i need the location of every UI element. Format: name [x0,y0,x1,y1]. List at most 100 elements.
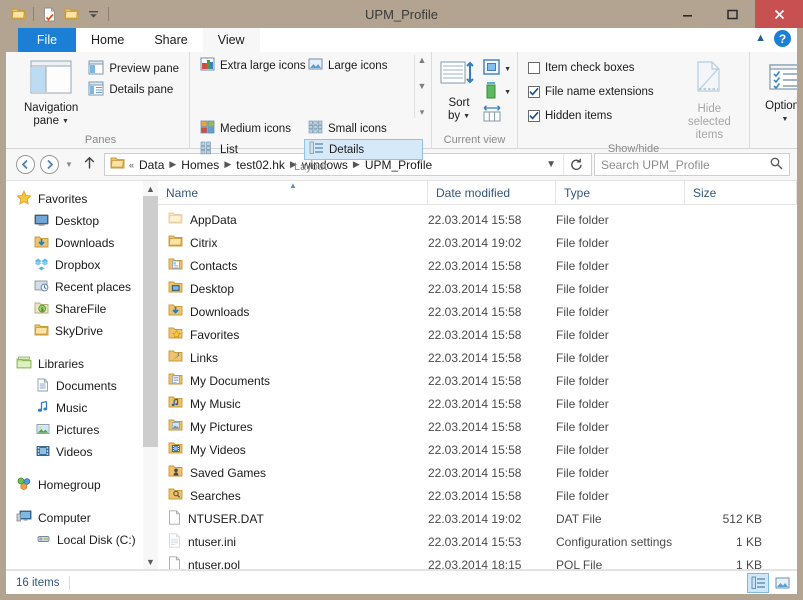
folder-icon[interactable] [7,3,29,25]
sidebar-item-favorites[interactable]: Favorites [6,188,158,210]
tab-share[interactable]: Share [139,28,203,52]
tab-file[interactable]: File [18,28,76,52]
sidebar-item-recent-places[interactable]: Recent places [6,276,158,298]
table-row[interactable]: My Pictures 22.03.2014 15:58 File folder [158,415,797,438]
layout-scroll-controls[interactable]: ▲ ▼ ▾ [414,55,429,118]
add-columns-icon[interactable] [482,58,502,80]
properties-icon[interactable] [38,3,60,25]
sidebar-item-skydrive[interactable]: SkyDrive [6,320,158,342]
table-row[interactable]: Favorites 22.03.2014 15:58 File folder [158,323,797,346]
table-row[interactable]: Saved Games 22.03.2014 15:58 File folder [158,461,797,484]
layout-medium-icons[interactable]: Medium icons [196,118,304,139]
new-folder-icon[interactable] [60,3,82,25]
sidebar-item-dropbox[interactable]: Dropbox [6,254,158,276]
sidebar-item-sharefile[interactable]: $ ShareFile [6,298,158,320]
sidebar-scroll-up-icon[interactable]: ▲ [143,181,158,196]
table-row[interactable]: My Videos 22.03.2014 15:58 File folder [158,438,797,461]
layout-small-icons[interactable]: Small icons [304,118,412,139]
back-button[interactable] [13,153,37,177]
details-pane-button[interactable]: Details pane [84,79,183,100]
recent-locations-button[interactable]: ▼ [61,153,77,177]
sidebar-label: Videos [56,445,93,459]
hidden-items-option[interactable]: Hidden items [524,105,658,126]
layout-extra-large-icons[interactable]: Extra large icons [196,55,306,76]
search-input[interactable]: Search UPM_Profile [601,158,770,172]
sort-by-button[interactable]: Sort by ▼ [438,57,480,123]
table-row[interactable]: ntuser.pol 22.03.2014 18:15 POL File 1 K… [158,553,797,569]
preview-pane-button[interactable]: Preview pane [84,58,183,79]
column-header-name[interactable]: Name ▲ [158,180,428,205]
table-row[interactable]: ntuser.ini 22.03.2014 15:53 Configuratio… [158,530,797,553]
status-bar: 16 items [6,570,797,594]
options-button[interactable]: Options ▼ [756,60,803,126]
navigation-pane-dropdown-icon[interactable]: ▼ [62,115,69,128]
previous-locations-dropdown-icon[interactable]: ▼ [539,159,563,170]
sidebar-item-computer[interactable]: Computer [6,507,158,529]
sidebar-item-local-disk-c[interactable]: Local Disk (C:) [6,529,158,551]
close-button[interactable] [755,0,803,28]
tab-home[interactable]: Home [76,28,140,52]
column-header-size[interactable]: Size [685,180,797,205]
size-all-columns-icon[interactable] [482,104,506,126]
table-row[interactable]: AppData 22.03.2014 15:58 File folder [158,208,797,231]
table-row[interactable]: NTUSER.DAT 22.03.2014 19:02 DAT File 512… [158,507,797,530]
file-name-extensions-checkbox[interactable] [528,85,540,98]
layout-list[interactable]: List [196,139,304,160]
layout-details[interactable]: Details [304,139,423,160]
forward-button[interactable] [37,153,61,177]
minimize-button[interactable] [665,0,710,28]
details-view-button[interactable] [747,572,769,593]
size-column-dropdown-icon[interactable]: ▼ [504,89,511,96]
add-columns-dropdown-icon[interactable]: ▼ [504,66,511,73]
file-name-extensions-option[interactable]: File name extensions [524,81,658,102]
sidebar-item-videos[interactable]: Videos [6,441,158,463]
table-row[interactable]: Desktop 22.03.2014 15:58 File folder [158,277,797,300]
search-box[interactable]: Search UPM_Profile [594,153,790,176]
sidebar-item-downloads[interactable]: Downloads [6,232,158,254]
sidebar-scroll-thumb[interactable] [143,196,158,447]
table-row[interactable]: Citrix 22.03.2014 19:02 File folder [158,231,797,254]
layout-scroll-down-icon[interactable]: ▼ [418,82,427,91]
breadcrumb-overflow[interactable]: « [128,160,135,170]
qat-separator-1 [33,7,34,21]
up-button[interactable] [77,153,101,177]
table-row[interactable]: Searches 22.03.2014 15:58 File folder [158,484,797,507]
table-row[interactable]: Links 22.03.2014 15:58 File folder [158,346,797,369]
search-icon[interactable] [770,157,783,173]
hidden-items-checkbox[interactable] [528,109,540,122]
sort-by-dropdown-icon[interactable]: ▼ [463,110,470,123]
table-row[interactable]: Downloads 22.03.2014 15:58 File folder [158,300,797,323]
column-header-date-modified[interactable]: Date modified [428,180,556,205]
help-icon[interactable]: ? [774,30,791,47]
sidebar-scroll-track[interactable] [143,196,158,554]
sidebar-item-desktop[interactable]: Desktop [6,210,158,232]
size-column-icon[interactable] [482,81,502,103]
sidebar-item-music[interactable]: Music [6,397,158,419]
table-row[interactable]: My Documents 22.03.2014 15:58 File folde… [158,369,797,392]
tab-view[interactable]: View [202,28,260,52]
breadcrumb-item-data[interactable]: Data [135,158,168,172]
layout-scroll-up-icon[interactable]: ▲ [418,56,427,65]
sidebar-item-libraries[interactable]: Libraries [6,353,158,375]
options-dropdown-icon[interactable]: ▼ [782,113,789,126]
collapse-ribbon-icon[interactable]: ▲ [755,33,766,44]
sidebar-item-homegroup[interactable]: Homegroup [6,474,158,496]
customize-dropdown-icon[interactable] [82,3,104,25]
table-row[interactable]: My Music 22.03.2014 15:58 File folder [158,392,797,415]
hide-selected-items-button[interactable]: Hide selected items [676,57,743,142]
sidebar-scroll-down-icon[interactable]: ▼ [143,554,158,569]
maximize-button[interactable] [710,0,755,28]
sidebar-scrollbar[interactable]: ▲ ▼ [143,181,158,569]
table-row[interactable]: Contacts 22.03.2014 15:58 File folder [158,254,797,277]
item-check-boxes-checkbox[interactable] [528,61,540,74]
large-icons-view-button[interactable] [771,573,793,593]
layout-large-icons[interactable]: Large icons [304,55,412,76]
item-check-boxes-option[interactable]: Item check boxes [524,57,658,78]
refresh-icon[interactable] [563,154,589,175]
layout-expand-icon[interactable]: ▾ [420,108,425,117]
sidebar-item-documents[interactable]: Documents [6,375,158,397]
navigation-pane-button[interactable]: Navigation pane ▼ [18,56,84,128]
column-header-type[interactable]: Type [556,180,685,205]
breadcrumb-chevron-0[interactable]: ▶ [168,159,177,170]
sidebar-item-pictures[interactable]: Pictures [6,419,158,441]
